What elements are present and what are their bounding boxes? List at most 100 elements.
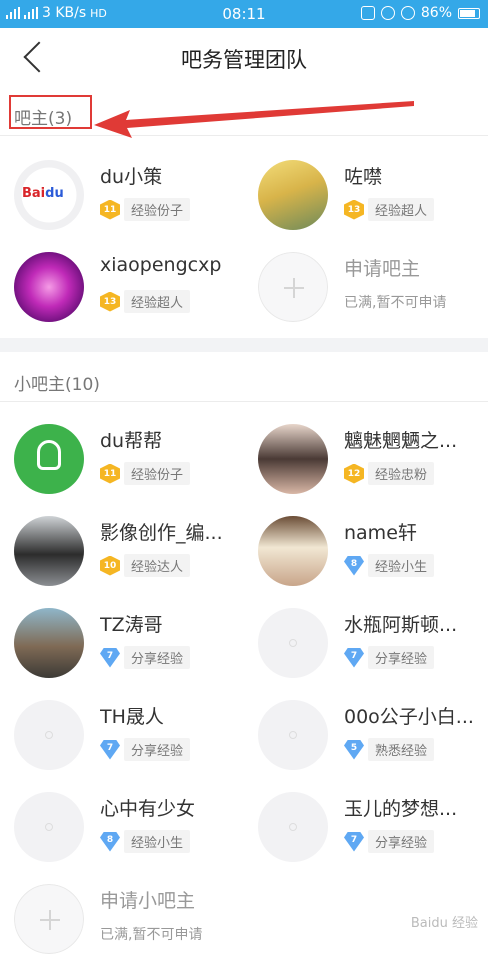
member-cell[interactable]: 00o公子小白... 5 熟悉经验 xyxy=(244,690,488,782)
level-badge: 7 分享经验 xyxy=(344,646,435,669)
battery-percent: 86% xyxy=(420,5,452,21)
member-name: 影像创作_编... xyxy=(100,522,223,544)
default-avatar xyxy=(258,700,328,770)
nav-header: 吧务管理团队 xyxy=(0,28,488,88)
placeholder-dot-icon xyxy=(45,823,53,831)
level-icon: 11 xyxy=(100,463,120,484)
rank-label: 熟悉经验 xyxy=(368,738,435,761)
member-name: 心中有少女 xyxy=(100,798,196,820)
plus-icon xyxy=(14,884,84,954)
level-badge: 10 经验达人 xyxy=(100,554,191,577)
level-badge: 8 经验小生 xyxy=(100,830,191,853)
level-icon: 7 xyxy=(344,831,364,852)
baidu-logo-icon: Baidu xyxy=(22,186,64,201)
level-badge: 11 经验份子 xyxy=(100,198,191,221)
level-icon: 11 xyxy=(100,199,120,220)
purple-flower-avatar xyxy=(14,252,84,322)
rank-label: 经验小生 xyxy=(368,554,435,577)
annotation-arrow-icon xyxy=(94,101,414,138)
member-name: 魑魅魍魉之... xyxy=(344,430,458,452)
rank-label: 分享经验 xyxy=(368,646,435,669)
level-icon: 13 xyxy=(100,291,120,312)
page-title: 吧务管理团队 xyxy=(181,48,307,72)
member-cell[interactable]: 水瓶阿斯顿... 7 分享经验 xyxy=(244,598,488,690)
level-badge: 11 经验份子 xyxy=(100,462,191,485)
baidu-logo-avatar: Baidu xyxy=(14,160,84,230)
rank-label: 分享经验 xyxy=(124,646,191,669)
member-cell[interactable]: 玉儿的梦想... 7 分享经验 xyxy=(244,782,488,874)
level-icon: 7 xyxy=(344,647,364,668)
member-cell[interactable]: 魑魅魍魉之... 12 经验忠粉 xyxy=(244,414,488,506)
member-name: 咗噤 xyxy=(344,166,383,188)
placeholder-dot-icon xyxy=(289,639,297,647)
member-cell[interactable]: 咗噤 13 经验超人 xyxy=(244,150,488,242)
level-icon: 7 xyxy=(100,647,120,668)
assistants-section-title: 小吧主(10) xyxy=(14,375,100,395)
rank-label: 分享经验 xyxy=(368,830,435,853)
member-name: TZ涛哥 xyxy=(100,614,163,636)
level-badge: 7 分享经验 xyxy=(344,830,435,853)
battery-icon xyxy=(458,7,480,19)
default-avatar xyxy=(258,608,328,678)
level-badge: 13 经验超人 xyxy=(344,198,435,221)
apply-assistant-button[interactable]: 申请小吧主已满,暂不可申请 xyxy=(0,874,244,966)
rank-label: 分享经验 xyxy=(124,738,191,761)
status-bar: 3 KB/s HD 08:11 86% xyxy=(0,0,488,28)
lock-icon xyxy=(380,6,395,20)
placeholder-dot-icon xyxy=(289,731,297,739)
level-badge: 13 经验超人 xyxy=(100,290,191,313)
level-icon: 7 xyxy=(100,739,120,760)
member-name: 水瓶阿斯顿... xyxy=(344,614,458,636)
apply-label: 申请小吧主 xyxy=(100,890,196,912)
level-icon: 12 xyxy=(344,463,364,484)
flower-girl-avatar xyxy=(258,516,328,586)
placeholder-dot-icon xyxy=(289,823,297,831)
apply-avatar xyxy=(14,884,84,954)
member-cell[interactable]: TH晟人 7 分享经验 xyxy=(0,690,244,782)
member-name: du小策 xyxy=(100,166,163,188)
member-cell[interactable]: du帮帮 11 经验份子 xyxy=(0,414,244,506)
watermark: Baidu 经验 xyxy=(410,916,478,931)
default-avatar xyxy=(14,700,84,770)
member-name: du帮帮 xyxy=(100,430,163,452)
level-icon: 8 xyxy=(344,555,364,576)
alarm-icon xyxy=(400,6,415,20)
member-cell[interactable]: name轩 8 经验小生 xyxy=(244,506,488,598)
level-badge: 12 经验忠粉 xyxy=(344,462,435,485)
street-avatar xyxy=(14,608,84,678)
girl-avatar xyxy=(258,424,328,494)
member-name: 00o公子小白... xyxy=(344,706,474,728)
rank-label: 经验超人 xyxy=(368,198,435,221)
apply-avatar xyxy=(258,252,328,322)
assistants-section-header: 小吧主(10) xyxy=(0,358,488,402)
apply-note: 已满,暂不可申请 xyxy=(100,927,203,943)
member-cell[interactable]: 心中有少女 8 经验小生 xyxy=(0,782,244,874)
level-badge: 8 经验小生 xyxy=(344,554,435,577)
apply-note: 已满,暂不可申请 xyxy=(344,295,447,311)
lightbulb-avatar xyxy=(14,424,84,494)
anime-avatar xyxy=(258,160,328,230)
level-badge: 7 分享经验 xyxy=(100,738,191,761)
level-badge: 5 熟悉经验 xyxy=(344,738,435,761)
rank-label: 经验份子 xyxy=(124,462,191,485)
section-divider xyxy=(0,338,488,352)
rank-label: 经验超人 xyxy=(124,290,191,313)
default-avatar xyxy=(14,792,84,862)
member-name: name轩 xyxy=(344,522,417,544)
member-name: xiaopengcxp xyxy=(100,254,222,276)
man-avatar xyxy=(14,516,84,586)
member-cell[interactable]: Baidu du小策 11 经验份子 xyxy=(0,150,244,242)
default-avatar xyxy=(258,792,328,862)
rank-label: 经验份子 xyxy=(124,198,191,221)
annotation-box xyxy=(9,95,92,129)
level-badge: 7 分享经验 xyxy=(100,646,191,669)
member-cell[interactable]: TZ涛哥 7 分享经验 xyxy=(0,598,244,690)
member-name: TH晟人 xyxy=(100,706,164,728)
member-cell[interactable]: xiaopengcxp 13 经验超人 xyxy=(0,242,244,334)
rank-label: 经验忠粉 xyxy=(368,462,435,485)
member-cell[interactable]: 影像创作_编... 10 经验达人 xyxy=(0,506,244,598)
lightbulb-icon xyxy=(37,440,61,470)
rank-label: 经验达人 xyxy=(124,554,191,577)
apply-owner-button[interactable]: 申请吧主已满,暂不可申请 xyxy=(244,242,488,334)
apply-label: 申请吧主 xyxy=(344,258,421,280)
